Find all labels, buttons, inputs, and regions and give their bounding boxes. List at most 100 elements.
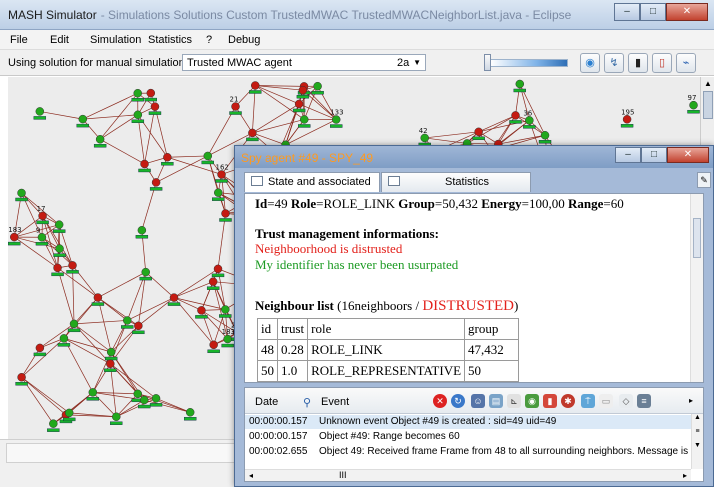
menu-debug[interactable]: Debug (228, 34, 260, 46)
tower-icon[interactable]: ⍑ (581, 394, 595, 408)
maximize-button[interactable]: □ (640, 3, 666, 21)
sensor-node[interactable] (33, 343, 47, 357)
agent-select[interactable]: Trusted MWAC agent 2a ▼ (182, 54, 426, 71)
menu-statistics[interactable]: Statistics (148, 34, 192, 46)
menu-help[interactable]: ? (206, 34, 212, 46)
energy-bar (246, 137, 259, 142)
event-log-vertical-scrollbar[interactable]: ▲ ≡ ▼ (691, 414, 703, 469)
network-link (127, 297, 175, 321)
sensor-node[interactable] (47, 419, 60, 432)
energy-bar (52, 229, 66, 233)
energy-bar (36, 220, 49, 225)
table-row: 48 0.28 ROLE_LINK 47,432 (257, 339, 520, 361)
scrollbar-grip[interactable]: III (339, 470, 347, 480)
sensor-node[interactable] (51, 263, 64, 277)
page-icon[interactable]: ▭ (599, 394, 613, 408)
network-link (39, 111, 83, 120)
network-link (145, 271, 175, 298)
graph-icon[interactable]: ⌁ (676, 53, 696, 73)
energy-bar (523, 125, 536, 129)
energy-bar (215, 179, 228, 183)
table-row: 50 1.0 ROLE_REPRESENTATIVE 50 (257, 360, 520, 382)
energy-bar (221, 343, 234, 348)
scroll-right-icon[interactable]: ▸ (683, 471, 687, 480)
event-log-horizontal-scrollbar[interactable]: ◂ III ▸ (245, 469, 691, 481)
sensor-node[interactable] (298, 115, 311, 128)
energy-bar (148, 111, 162, 115)
energy-bar (76, 123, 89, 128)
sensor-node[interactable]: 42 (418, 127, 431, 147)
col-id: id (257, 318, 278, 340)
search-icon[interactable]: ⚲ (303, 396, 311, 409)
tab-state[interactable]: State and associated events (244, 172, 380, 206)
bug-icon[interactable]: ✱ (561, 394, 575, 408)
stop-icon[interactable]: ▯ (652, 53, 672, 73)
network-link (252, 103, 300, 134)
tab-statistics[interactable]: Statistics (381, 172, 531, 192)
dialog-minimize-button[interactable]: – (615, 147, 641, 163)
dialog-close-button[interactable]: ✕ (667, 147, 709, 163)
sensor-node[interactable] (33, 107, 47, 120)
chevron-right-icon[interactable]: ▸ (689, 396, 693, 405)
col-date-header[interactable]: Date (255, 396, 278, 408)
sensor-node[interactable] (161, 153, 174, 166)
sensor-node[interactable] (311, 81, 324, 95)
axis-icon[interactable]: ⊾ (507, 394, 521, 408)
sensor-node[interactable] (86, 388, 100, 401)
sensor-node[interactable] (183, 408, 197, 421)
sensor-node[interactable] (104, 347, 118, 361)
menu-file[interactable]: File (10, 34, 28, 46)
minimize-button[interactable]: – (614, 3, 640, 21)
energy-bar (206, 286, 220, 290)
edit-icon[interactable]: ✎ (697, 172, 711, 188)
speed-slider[interactable] (490, 59, 568, 67)
globe-icon[interactable]: ◉ (580, 53, 600, 73)
refresh-icon[interactable]: ↻ (451, 394, 465, 408)
event-row[interactable]: 00:00:00.157 Object #49: Range becomes 60 (245, 430, 691, 444)
step-icon[interactable]: ▮ (628, 53, 648, 73)
menu-bar: File Edit Simulation Statistics ? Debug (0, 30, 714, 50)
energy-bar (104, 356, 118, 361)
close-button[interactable]: ✕ (666, 3, 708, 21)
sensor-node[interactable] (15, 188, 28, 202)
menu-edit[interactable]: Edit (50, 34, 69, 46)
chart-icon (388, 176, 400, 186)
col-event-header[interactable]: Event (321, 396, 349, 408)
sensor-node[interactable] (135, 225, 149, 239)
energy-bar (51, 272, 64, 277)
sensor-node[interactable] (211, 264, 225, 278)
chart-icon[interactable]: ▤ (489, 394, 503, 408)
sensor-node[interactable] (144, 88, 157, 102)
globe-icon[interactable]: ◉ (525, 394, 539, 408)
tag-icon[interactable]: ◇ (619, 394, 633, 408)
battery-icon[interactable]: ▮ (543, 394, 557, 408)
scrollbar-thumb[interactable] (703, 91, 713, 119)
speed-slider-thumb[interactable] (484, 54, 491, 71)
node-label: 42 (419, 127, 428, 135)
sensor-node[interactable]: 97 (687, 94, 700, 114)
scrollbar-thumb[interactable] (693, 218, 701, 258)
window-icon (251, 176, 263, 186)
sensor-node[interactable] (66, 261, 79, 274)
sensor-node[interactable]: 21 (229, 96, 242, 115)
run-icon[interactable]: ↯ (604, 53, 624, 73)
sensor-node[interactable] (513, 79, 526, 93)
scroll-up-icon[interactable]: ▲ (704, 79, 712, 88)
energy-bar (33, 352, 47, 357)
event-row[interactable]: 00:00:00.157 Unknown event Object #49 is … (245, 415, 691, 429)
database-icon[interactable]: ≡ (637, 394, 651, 408)
state-panel-scrollbar[interactable] (690, 194, 703, 382)
dialog-maximize-button[interactable]: □ (641, 147, 667, 163)
network-link (235, 85, 256, 107)
scroll-left-icon[interactable]: ◂ (249, 471, 253, 480)
sensor-node[interactable] (15, 372, 28, 386)
users-icon[interactable]: ☺ (471, 394, 485, 408)
sensor-node[interactable] (538, 131, 552, 144)
node-label: 97 (688, 94, 697, 102)
network-link (110, 325, 139, 353)
sensor-node[interactable]: 195 (620, 108, 634, 128)
delete-icon[interactable]: ✕ (433, 394, 447, 408)
energy-bar (211, 273, 225, 278)
menu-simulation[interactable]: Simulation (90, 34, 141, 46)
event-row[interactable]: 00:00:02.655 Object 49: Received frame Fr… (245, 445, 691, 459)
